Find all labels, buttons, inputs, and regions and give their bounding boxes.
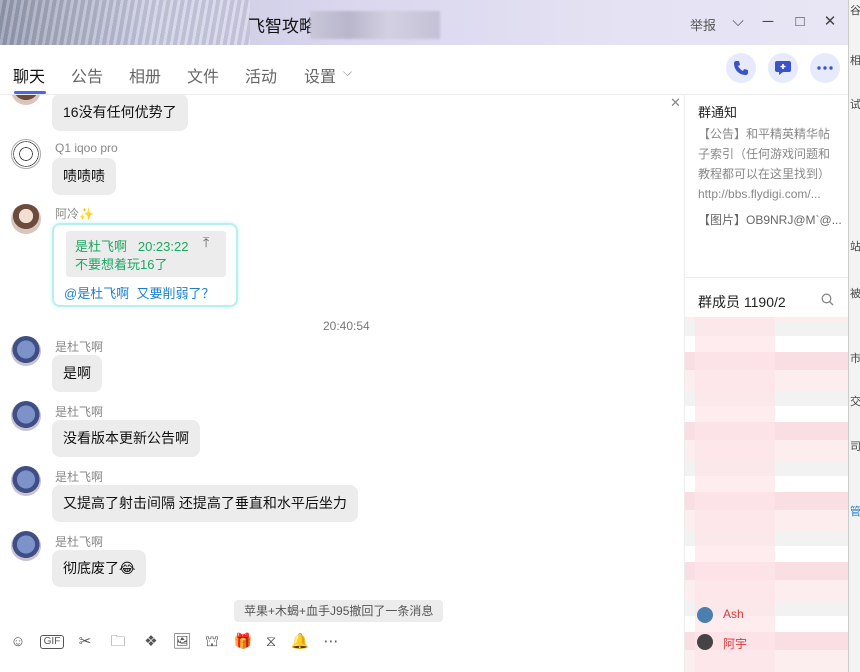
edge-text: 被 [850,288,860,300]
input-toolbar: ☺ GIF ✂ 🗀 ❖ 🖼 ⛫ 🎁 ⧖ 🔔 ⋯ [0,622,684,672]
group-notice-body[interactable]: 【公告】和平精英精华帖子索引（任何游戏问题和教程都可以在这里找到） [698,124,840,184]
edge-text: 市 [850,353,860,365]
reply-body: 又要削弱了？ [136,286,215,301]
mention[interactable]: @是杜飞啊 [64,286,129,301]
divider [685,277,848,278]
avatar[interactable] [11,95,41,105]
title-redaction [310,11,440,39]
window-title: 飞智攻略 [248,17,316,36]
quote-header: 是杜飞啊 20:23:22 [75,236,188,255]
tab-chat[interactable]: 聊天 [13,63,45,87]
avatar[interactable] [11,531,41,561]
tab-settings[interactable]: 设置 [304,63,336,87]
avatar[interactable] [11,139,41,169]
scissors-icon[interactable]: ✂ [75,632,95,652]
background-window-edge: 谷 相 试 站 被 市 交 司 管 [848,0,860,672]
message-bubble: 又提高了射击间隔 还提高了垂直和水平后坐力 [52,485,358,522]
image-icon[interactable]: 🖼 [172,632,192,652]
group-notice-title[interactable]: 群通知 [698,102,737,121]
chevron-down-icon[interactable]: ⌵ [728,12,748,32]
jump-to-message-icon[interactable]: ⤒ [203,234,209,251]
avatar[interactable] [697,634,713,650]
tab-announcement[interactable]: 公告 [71,63,103,87]
edge-text: 谷 [850,5,860,17]
quote-text: 不要想着玩16了 [75,257,168,272]
avatar[interactable] [11,466,41,496]
report-button[interactable]: 举报 [690,15,716,34]
group-notice-url[interactable]: http://bbs.flydigi.com/... [698,187,821,201]
active-tab-indicator [14,91,46,94]
quoted-message[interactable]: 是杜飞啊 20:23:22 不要想着玩16了 ⤒ [66,231,226,277]
sender-name[interactable]: Q1 iqoo pro [55,141,118,155]
search-icon[interactable] [821,293,834,309]
folder-icon[interactable]: 🗀 [108,632,128,652]
edge-text: 站 [850,241,860,253]
sender-name[interactable]: 是杜飞啊 [55,468,103,485]
quote-time: 20:23:22 [137,239,189,254]
sender-name[interactable]: 是杜飞啊 [55,403,103,420]
chat-message-list[interactable]: ✕ 16没有任何优势了 Q1 iqoo pro 啧啧啧 阿冷✨ 是杜飞啊 20:… [0,95,684,622]
avatar[interactable] [11,401,41,431]
minimize-icon[interactable]: ─ [758,12,778,32]
sticker-icon[interactable]: ❖ [141,632,161,652]
tab-bar: 聊天 公告 相册 文件 活动 设置 ⌵ [0,45,848,95]
close-icon[interactable]: ✕ [820,12,840,32]
message-bubble: 没看版本更新公告啊 [52,420,200,457]
edge-text: 管 [850,506,860,518]
message-bubble: 彻底废了😂 [52,550,147,587]
chevron-down-icon[interactable]: ⌵ [343,65,352,80]
tab-files[interactable]: 文件 [187,63,219,87]
message-bubble: 16没有任何优势了 [52,95,188,131]
more-icon[interactable] [810,53,840,83]
avatar[interactable] [11,336,41,366]
close-icon[interactable]: ✕ [670,95,681,111]
maximize-icon[interactable]: □ [790,12,810,32]
group-side-panel: 群通知 【公告】和平精英精华帖子索引（任何游戏问题和教程都可以在这里找到） ht… [684,95,848,672]
gif-icon[interactable]: GIF [40,635,64,649]
sender-name[interactable]: 是杜飞啊 [55,533,103,550]
title-background-image [0,0,250,45]
tab-activity[interactable]: 活动 [245,63,277,87]
edge-text: 司 [850,441,860,453]
screen-share-icon[interactable] [768,53,798,83]
avatar[interactable] [11,204,41,234]
sender-name[interactable]: 是杜飞啊 [55,338,103,355]
recall-notice: 苹果+木蝎+血手J95撤回了一条消息 [234,600,444,622]
gift-icon[interactable]: 🎁 [233,632,253,652]
more-icon[interactable]: ⋯ [321,632,341,652]
edge-text: 交 [850,396,860,408]
edge-text: 试 [850,99,860,111]
reply-text: @是杜飞啊 又要削弱了？ [64,283,214,302]
emoji-icon[interactable]: ☺ [8,632,28,652]
bell-icon[interactable]: 🔔 [290,632,310,652]
avatar[interactable] [697,607,713,623]
members-title: 群成员 1190/2 [698,294,786,310]
phone-icon[interactable] [726,53,756,83]
reply-message-bubble: 是杜飞啊 20:23:22 不要想着玩16了 ⤒ @是杜飞啊 又要削弱了？ [52,223,238,307]
message-bubble: 啧啧啧 [52,158,116,195]
member-name[interactable]: 阿宇 [723,635,747,652]
tab-album[interactable]: 相册 [129,63,161,87]
quote-name: 是杜飞啊 [75,239,128,254]
message-bubble: 是啊 [52,355,102,392]
history-icon[interactable]: ⧖ [261,632,281,652]
title-bar: 飞智攻略 举报 ⌵ ─ □ ✕ [0,0,848,45]
timestamp: 20:40:54 [323,319,370,333]
shop-icon[interactable]: ⛫ [202,632,222,652]
group-notice-image[interactable]: 【图片】OB9NRJ@M`@... [698,211,842,228]
edge-text: 相 [850,55,860,67]
sender-name[interactable]: 阿冷✨ [55,205,94,222]
member-name[interactable]: Ash [723,607,744,621]
